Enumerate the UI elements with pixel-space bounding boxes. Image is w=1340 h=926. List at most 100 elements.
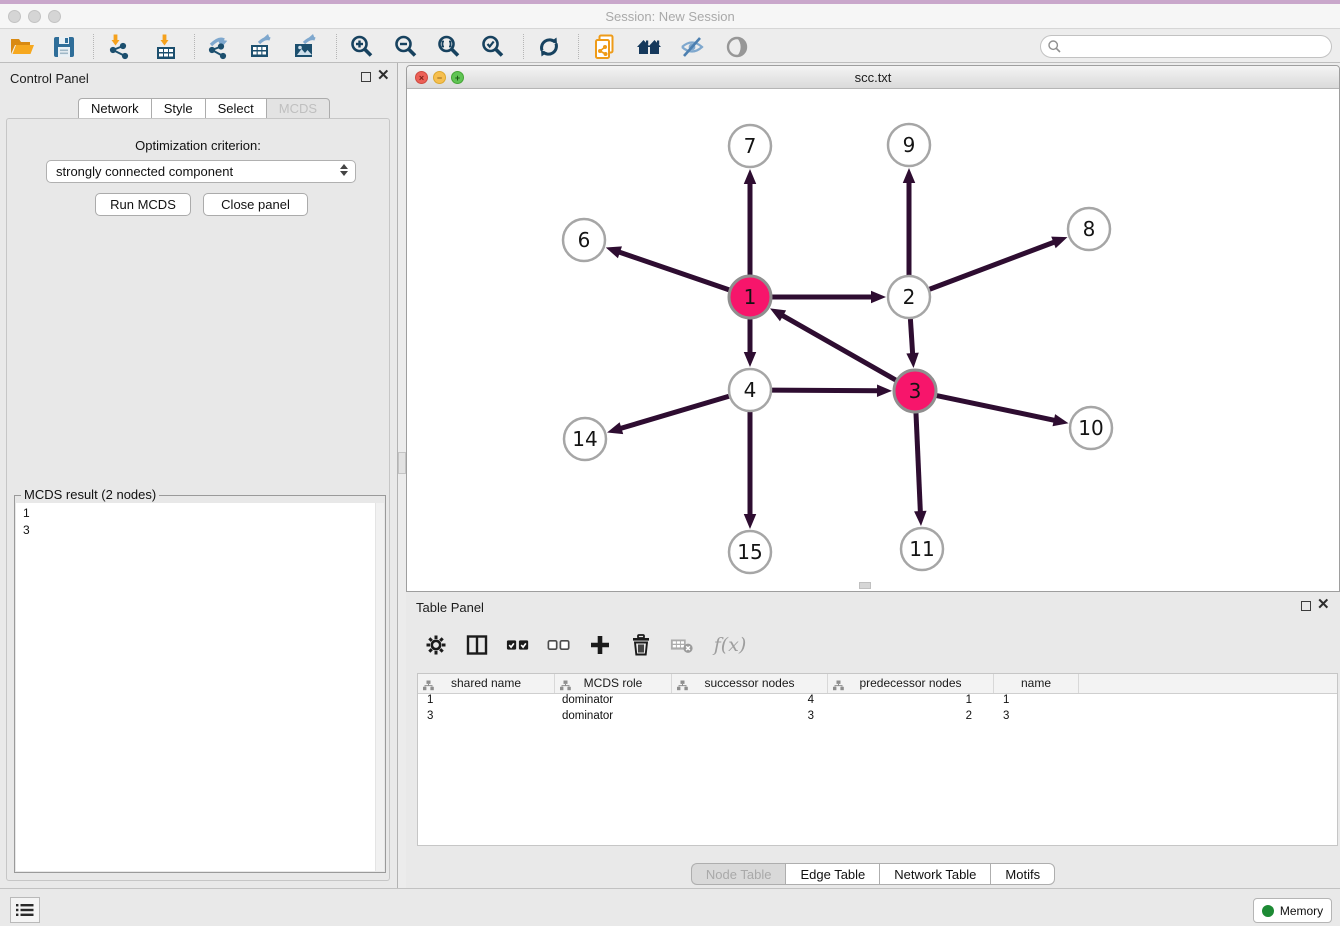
table-toolbar: f(x): [424, 630, 749, 660]
zoom-fit-icon[interactable]: [435, 33, 463, 61]
mcds-result-line: 1: [23, 505, 384, 522]
splitter-grip[interactable]: [398, 452, 406, 474]
search-input[interactable]: [1062, 38, 1331, 56]
tab-edge-table[interactable]: Edge Table: [785, 863, 879, 885]
gear-icon[interactable]: [424, 633, 448, 657]
control-panel-tabs: Network Style Select MCDS: [78, 98, 330, 119]
import-table-icon[interactable]: [152, 33, 180, 61]
optimization-criterion-label: Optimization criterion:: [7, 138, 389, 153]
graph-edge[interactable]: [617, 251, 729, 289]
column-label: successor nodes: [704, 676, 794, 690]
float-table-panel-icon[interactable]: [1301, 601, 1311, 611]
optimization-criterion-select[interactable]: strongly connected component: [46, 160, 356, 183]
node-label: 8: [1083, 217, 1096, 241]
tab-node-table[interactable]: Node Table: [691, 863, 786, 885]
column-header-predecessor-nodes[interactable]: predecessor nodes: [828, 674, 994, 693]
graph-edge[interactable]: [619, 396, 729, 429]
mcds-panel: Optimization criterion: strongly connect…: [6, 118, 390, 881]
trash-icon[interactable]: [629, 633, 653, 657]
column-header-successor-nodes[interactable]: successor nodes: [672, 674, 828, 693]
mcds-result-text[interactable]: 1 3: [16, 503, 384, 871]
network-canvas[interactable]: 7968124314101511: [407, 89, 1339, 591]
close-panel-icon[interactable]: ✕: [377, 67, 390, 85]
tab-select[interactable]: Select: [205, 98, 266, 119]
graph-edge[interactable]: [780, 314, 895, 380]
graph-edge[interactable]: [937, 396, 1057, 421]
float-panel-icon[interactable]: [361, 72, 371, 82]
edge-arrowhead: [744, 352, 757, 367]
close-table-panel-icon[interactable]: ✕: [1317, 596, 1330, 614]
control-panel-header: Control Panel ✕: [0, 63, 397, 91]
select-all-icon[interactable]: [506, 633, 530, 657]
zoom-selected-icon[interactable]: [479, 33, 507, 61]
result-scrollbar[interactable]: [375, 503, 384, 871]
table-header-row: shared name MCDS role successor nodes pr…: [418, 674, 1337, 694]
column-label: MCDS role: [584, 676, 643, 690]
node-table: shared name MCDS role successor nodes pr…: [417, 673, 1338, 846]
eye-slash-icon[interactable]: [678, 33, 706, 61]
column-header-mcds-role[interactable]: MCDS role: [555, 674, 672, 693]
node-label: 9: [903, 133, 916, 157]
tab-network[interactable]: Network: [78, 98, 151, 119]
edge-arrowhead: [906, 353, 918, 368]
hierarchy-icon: [423, 678, 434, 693]
unselect-all-icon[interactable]: [547, 633, 571, 657]
table-cell: dominator: [555, 710, 672, 726]
table-cell: 3: [418, 710, 555, 726]
export-table-icon[interactable]: [247, 33, 275, 61]
table-tabs: Node Table Edge Table Network Table Moti…: [406, 863, 1340, 885]
graph-edge[interactable]: [910, 319, 912, 356]
refresh-icon[interactable]: [535, 33, 563, 61]
zoom-out-icon[interactable]: [392, 33, 420, 61]
columns-icon[interactable]: [465, 633, 489, 657]
node-label: 1: [744, 285, 757, 309]
table-cell: 1: [994, 694, 1079, 710]
close-panel-button[interactable]: Close panel: [203, 193, 308, 216]
first-neighbors-icon[interactable]: [635, 33, 663, 61]
add-icon[interactable]: [588, 633, 612, 657]
column-header-name[interactable]: name: [994, 674, 1079, 693]
toolbar-separator: [93, 34, 94, 59]
tab-network-table[interactable]: Network Table: [879, 863, 990, 885]
export-image-icon[interactable]: [291, 33, 319, 61]
toolbar-separator: [194, 34, 195, 59]
table-row[interactable]: 1dominator411: [418, 694, 1337, 710]
tab-mcds[interactable]: MCDS: [266, 98, 330, 119]
export-network-icon[interactable]: [205, 33, 233, 61]
open-folder-icon[interactable]: [8, 33, 36, 61]
graph-edge[interactable]: [916, 413, 920, 514]
task-history-button[interactable]: [10, 897, 40, 923]
tab-style[interactable]: Style: [151, 98, 205, 119]
function-builder-icon: f(x): [711, 633, 749, 657]
chevron-updown-icon: [340, 164, 348, 176]
column-label: shared name: [451, 676, 521, 690]
toolbar-separator: [523, 34, 524, 59]
table-cell: 3: [994, 710, 1079, 726]
table-body: 1dominator4113dominator323: [418, 694, 1337, 726]
application-window: Session: New Session: [0, 0, 1340, 926]
table-cell: 4: [672, 694, 828, 710]
main-toolbar: [0, 30, 1340, 63]
criterion-selected-value: strongly connected component: [56, 164, 233, 179]
memory-button[interactable]: Memory: [1253, 898, 1332, 923]
save-icon[interactable]: [50, 33, 78, 61]
network-window-titlebar[interactable]: × − + scc.txt: [407, 66, 1339, 89]
column-label: name: [1021, 676, 1051, 690]
tab-motifs[interactable]: Motifs: [990, 863, 1055, 885]
bottom-splitter-grip[interactable]: [859, 582, 871, 589]
zoom-in-icon[interactable]: [348, 33, 376, 61]
node-label: 10: [1078, 416, 1103, 440]
delete-table-icon: [670, 633, 694, 657]
column-header-shared-name[interactable]: shared name: [418, 674, 555, 693]
search-icon: [1047, 39, 1062, 54]
column-label: predecessor nodes: [859, 676, 961, 690]
graph-edge[interactable]: [930, 241, 1057, 289]
import-network-icon[interactable]: [105, 33, 133, 61]
new-network-from-selection-icon[interactable]: [591, 33, 619, 61]
table-row[interactable]: 3dominator323: [418, 710, 1337, 726]
toolbar-separator: [578, 34, 579, 59]
memory-status-icon: [1262, 905, 1274, 917]
search-field[interactable]: [1040, 35, 1332, 58]
run-mcds-button[interactable]: Run MCDS: [95, 193, 191, 216]
graph-edge[interactable]: [772, 390, 880, 391]
